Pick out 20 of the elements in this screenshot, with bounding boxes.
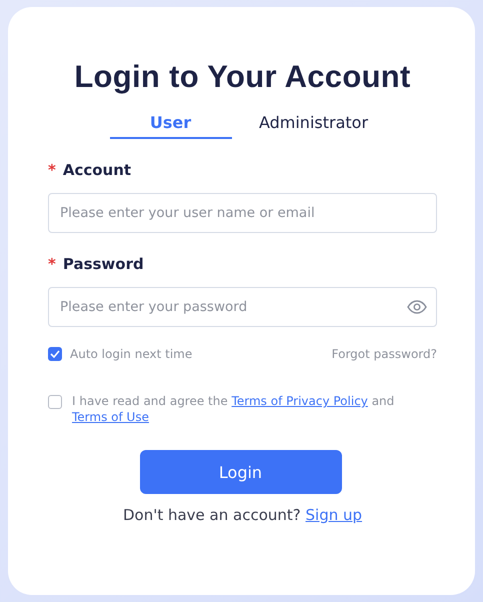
account-field[interactable]: Please enter your user name or email bbox=[48, 193, 437, 233]
account-type-tab[interactable]: User bbox=[110, 113, 232, 139]
account-type-tab[interactable]: Administrator bbox=[244, 113, 384, 139]
forgot-password-link[interactable]: Forgot password? bbox=[332, 347, 437, 361]
required-mark: * bbox=[48, 161, 56, 179]
agreement-text: I have read and agree the Terms of Privacy Policy and Terms of Use bbox=[72, 393, 396, 425]
checkbox-label: Auto login next time bbox=[70, 347, 192, 361]
checkbox[interactable] bbox=[48, 395, 62, 409]
field-label: Password bbox=[62, 255, 144, 273]
field-label: Account bbox=[62, 161, 132, 179]
checkbox[interactable] bbox=[48, 347, 62, 361]
eye-icon[interactable] bbox=[407, 300, 427, 314]
privacy-policy-link[interactable]: Terms of Privacy Policy bbox=[232, 394, 368, 408]
required-mark: * bbox=[48, 255, 56, 273]
signup-prompt: Don't have an account? Sign up bbox=[122, 506, 364, 524]
page-title: Login to Your Account bbox=[73, 59, 412, 95]
login-button[interactable]: Login bbox=[140, 450, 342, 494]
terms-of-use-link[interactable]: Terms of Use bbox=[72, 410, 149, 424]
sign-up-link[interactable]: Sign up bbox=[306, 506, 362, 524]
password-field[interactable]: Please enter your password bbox=[48, 287, 437, 327]
